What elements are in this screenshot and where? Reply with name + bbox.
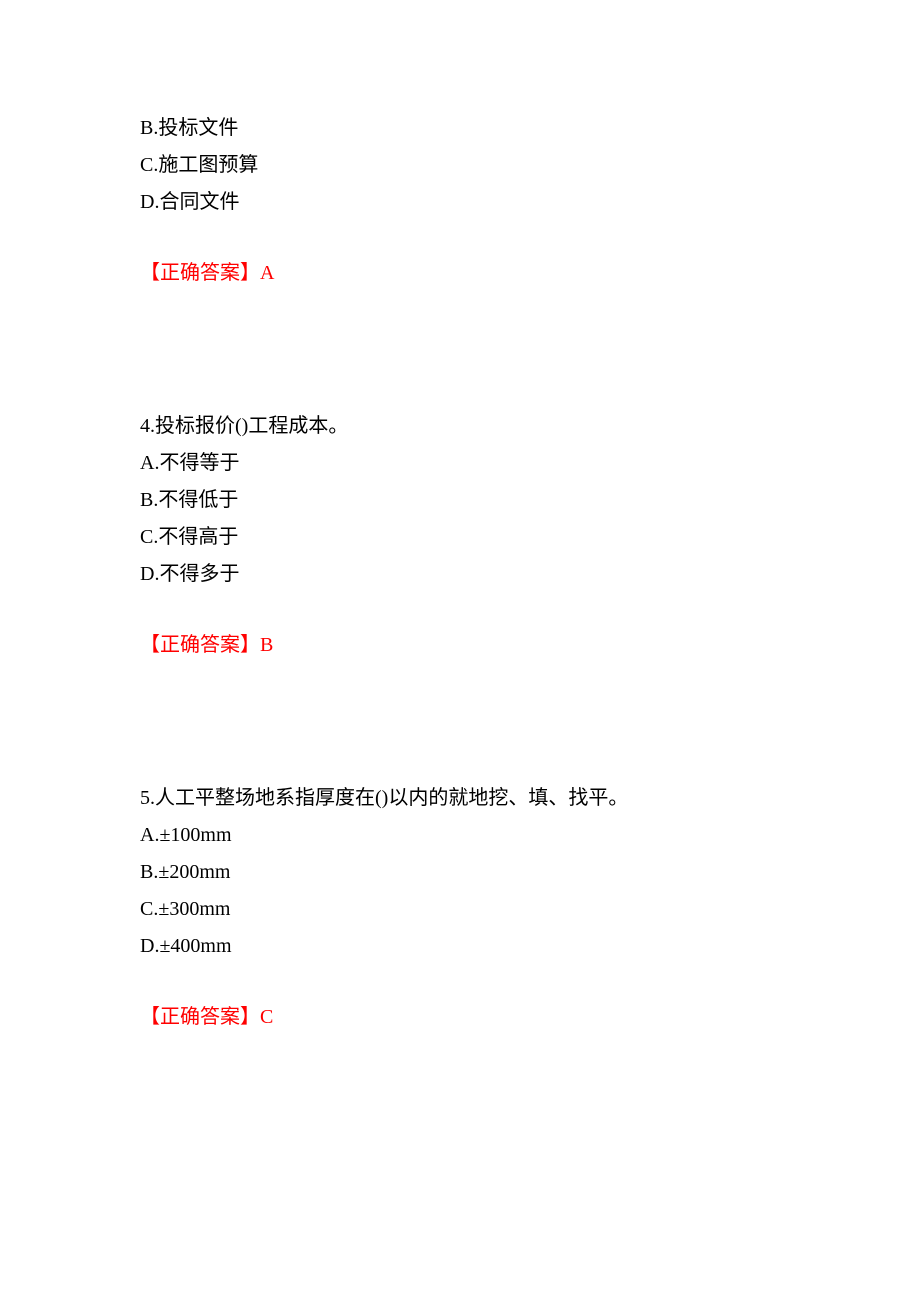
q3-option-d: D.合同文件 <box>140 184 780 221</box>
q4-option-d: D.不得多于 <box>140 556 780 593</box>
q3-answer: 【正确答案】A <box>140 255 780 292</box>
answer-value: B <box>260 634 273 656</box>
answer-value: A <box>260 262 274 284</box>
q5-option-d: D.±400mm <box>140 928 780 965</box>
q4-option-a: A.不得等于 <box>140 445 780 482</box>
q4-question: 4.投标报价()工程成本。 <box>140 408 780 445</box>
q5-option-b: B.±200mm <box>140 854 780 891</box>
q5-question: 5.人工平整场地系指厚度在()以内的就地挖、填、找平。 <box>140 780 780 817</box>
question-5: 5.人工平整场地系指厚度在()以内的就地挖、填、找平。 A.±100mm B.±… <box>140 780 780 1036</box>
q5-option-c: C.±300mm <box>140 891 780 928</box>
q3-option-c: C.施工图预算 <box>140 147 780 184</box>
answer-label: 【正确答案】 <box>140 634 260 656</box>
answer-label: 【正确答案】 <box>140 1006 260 1028</box>
q3-option-b: B.投标文件 <box>140 110 780 147</box>
q5-answer: 【正确答案】C <box>140 999 780 1036</box>
q4-option-c: C.不得高于 <box>140 519 780 556</box>
q5-option-a: A.±100mm <box>140 817 780 854</box>
answer-value: C <box>260 1006 273 1028</box>
q4-answer: 【正确答案】B <box>140 627 780 664</box>
q4-option-b: B.不得低于 <box>140 482 780 519</box>
answer-label: 【正确答案】 <box>140 262 260 284</box>
question-3-partial: B.投标文件 C.施工图预算 D.合同文件 【正确答案】A <box>140 110 780 292</box>
question-4: 4.投标报价()工程成本。 A.不得等于 B.不得低于 C.不得高于 D.不得多… <box>140 408 780 664</box>
